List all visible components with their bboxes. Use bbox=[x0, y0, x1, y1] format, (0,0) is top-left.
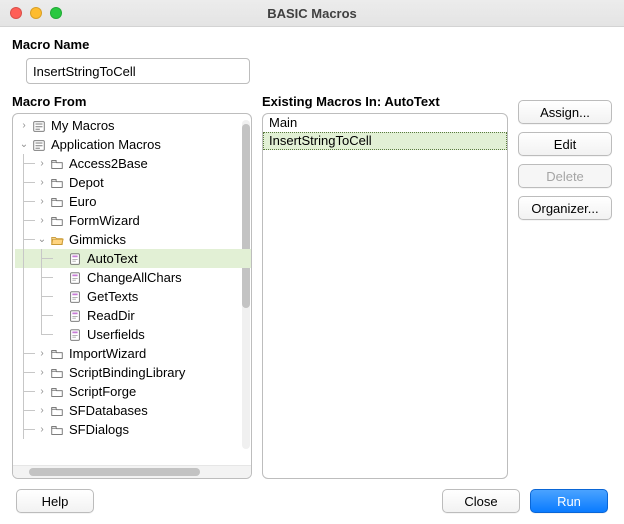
tree-row-label: Gimmicks bbox=[69, 232, 126, 247]
module-icon bbox=[67, 328, 83, 342]
chevron-down-icon[interactable]: ⌄ bbox=[17, 138, 31, 152]
delete-button[interactable]: Delete bbox=[518, 164, 612, 188]
tree-row[interactable]: › Depot bbox=[15, 173, 251, 192]
module-icon bbox=[67, 309, 83, 323]
tree-horizontal-scrollbar[interactable] bbox=[13, 465, 251, 478]
tree-row[interactable]: AutoText bbox=[15, 249, 251, 268]
chevron-right-icon[interactable]: › bbox=[35, 214, 49, 228]
chevron-right-icon[interactable]: › bbox=[35, 195, 49, 209]
tree-row-label: My Macros bbox=[51, 118, 115, 133]
tree-row-label: FormWizard bbox=[69, 213, 140, 228]
tree-row[interactable]: › ImportWizard bbox=[15, 344, 251, 363]
lib-root-icon bbox=[31, 138, 47, 152]
tree-row[interactable]: › Access2Base bbox=[15, 154, 251, 173]
tree-row[interactable]: ⌄ Gimmicks bbox=[15, 230, 251, 249]
folder-icon bbox=[49, 176, 65, 190]
folder-icon bbox=[49, 366, 65, 380]
tree-row-label: ScriptBindingLibrary bbox=[69, 365, 185, 380]
module-icon bbox=[67, 271, 83, 285]
chevron-right-icon[interactable]: › bbox=[17, 119, 31, 133]
title-bar: BASIC Macros bbox=[0, 0, 624, 27]
tree-row[interactable]: ReadDir bbox=[15, 306, 251, 325]
tree-row[interactable]: › My Macros bbox=[15, 116, 251, 135]
tree-row-label: SFDialogs bbox=[69, 422, 129, 437]
minimize-window-icon[interactable] bbox=[30, 7, 42, 19]
macro-from-label: Macro From bbox=[12, 94, 252, 109]
chevron-right-icon[interactable]: › bbox=[35, 385, 49, 399]
window-title: BASIC Macros bbox=[0, 6, 624, 21]
tree-row-label: Application Macros bbox=[51, 137, 161, 152]
tree-row[interactable]: GetTexts bbox=[15, 287, 251, 306]
tree-row[interactable]: › FormWizard bbox=[15, 211, 251, 230]
list-item[interactable]: Main bbox=[263, 114, 507, 132]
tree-row-label: ScriptForge bbox=[69, 384, 136, 399]
list-item[interactable]: InsertStringToCell bbox=[263, 132, 507, 150]
tree-row[interactable]: › Euro bbox=[15, 192, 251, 211]
organizer-button[interactable]: Organizer... bbox=[518, 196, 612, 220]
existing-macros-label: Existing Macros In: AutoText bbox=[262, 94, 508, 109]
macro-name-input[interactable] bbox=[26, 58, 250, 84]
help-button[interactable]: Help bbox=[16, 489, 94, 513]
folder-icon bbox=[49, 423, 65, 437]
folder-icon bbox=[49, 385, 65, 399]
folder-icon bbox=[49, 404, 65, 418]
close-window-icon[interactable] bbox=[10, 7, 22, 19]
existing-macros-list[interactable]: MainInsertStringToCell bbox=[262, 113, 508, 479]
tree-row-label: AutoText bbox=[87, 251, 138, 266]
macro-from-tree[interactable]: ›My Macros⌄Application Macros›Access2Bas… bbox=[12, 113, 252, 479]
tree-row[interactable]: › SFDialogs bbox=[15, 420, 251, 439]
tree-row-label: Depot bbox=[69, 175, 104, 190]
tree-row-label: SFDatabases bbox=[69, 403, 148, 418]
macro-name-label: Macro Name bbox=[12, 37, 612, 52]
module-icon bbox=[67, 290, 83, 304]
tree-row-label: ChangeAllChars bbox=[87, 270, 182, 285]
run-button[interactable]: Run bbox=[530, 489, 608, 513]
folder-icon bbox=[49, 195, 65, 209]
chevron-right-icon[interactable]: › bbox=[35, 404, 49, 418]
close-button[interactable]: Close bbox=[442, 489, 520, 513]
tree-row-label: Euro bbox=[69, 194, 96, 209]
tree-row[interactable]: ChangeAllChars bbox=[15, 268, 251, 287]
edit-button[interactable]: Edit bbox=[518, 132, 612, 156]
tree-row-label: Userfields bbox=[87, 327, 145, 342]
folder-icon bbox=[49, 214, 65, 228]
tree-row[interactable]: › ScriptForge bbox=[15, 382, 251, 401]
chevron-right-icon[interactable]: › bbox=[35, 157, 49, 171]
assign-button[interactable]: Assign... bbox=[518, 100, 612, 124]
tree-row[interactable]: › ScriptBindingLibrary bbox=[15, 363, 251, 382]
window-traffic-lights bbox=[0, 7, 62, 19]
chevron-down-icon[interactable]: ⌄ bbox=[35, 233, 49, 247]
tree-row[interactable]: › SFDatabases bbox=[15, 401, 251, 420]
tree-row-label: GetTexts bbox=[87, 289, 138, 304]
folder-open-icon bbox=[49, 233, 65, 247]
folder-icon bbox=[49, 157, 65, 171]
zoom-window-icon[interactable] bbox=[50, 7, 62, 19]
tree-row[interactable]: ⌄ Application Macros bbox=[15, 135, 251, 154]
module-icon bbox=[67, 252, 83, 266]
chevron-right-icon[interactable]: › bbox=[35, 176, 49, 190]
lib-root-icon bbox=[31, 119, 47, 133]
folder-icon bbox=[49, 347, 65, 361]
tree-row-label: ReadDir bbox=[87, 308, 135, 323]
chevron-right-icon[interactable]: › bbox=[35, 347, 49, 361]
tree-row-label: ImportWizard bbox=[69, 346, 146, 361]
chevron-right-icon[interactable]: › bbox=[35, 366, 49, 380]
chevron-right-icon[interactable]: › bbox=[35, 423, 49, 437]
tree-row[interactable]: Userfields bbox=[15, 325, 251, 344]
tree-row-label: Access2Base bbox=[69, 156, 148, 171]
